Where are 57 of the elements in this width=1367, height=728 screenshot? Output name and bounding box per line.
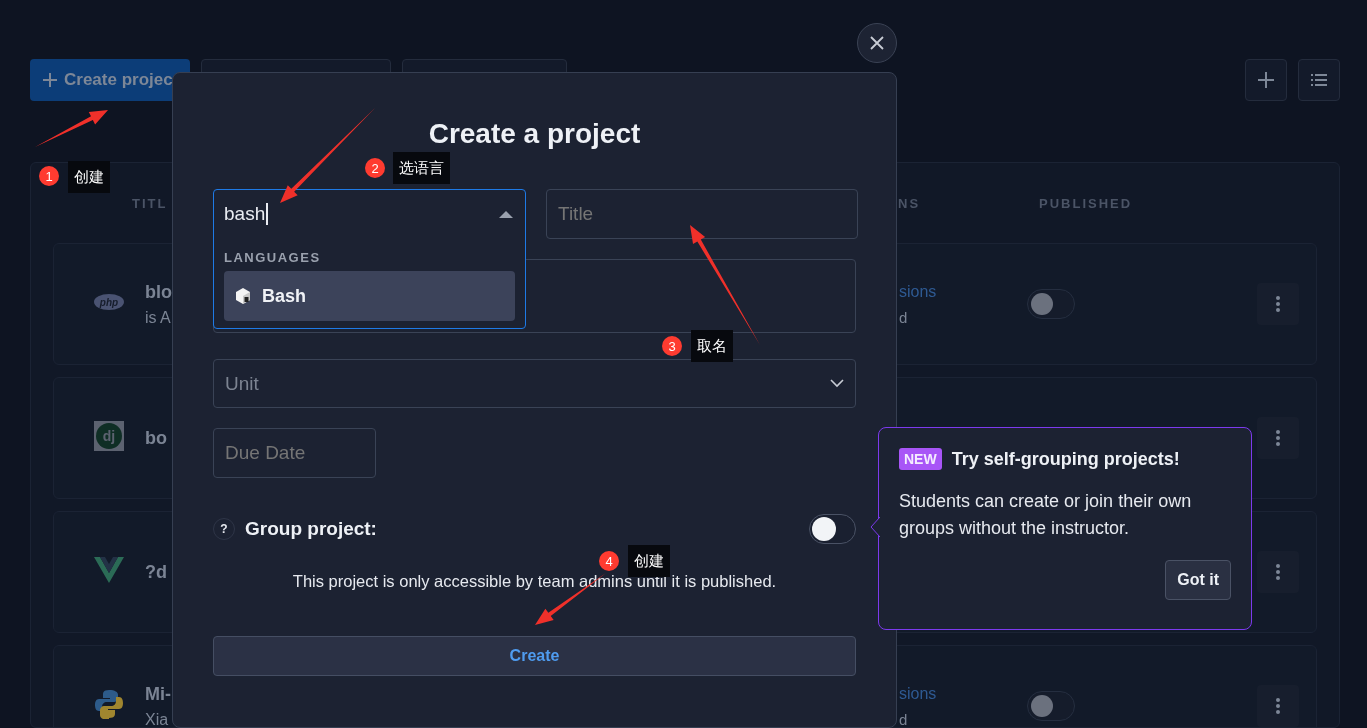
caret-icon bbox=[499, 209, 513, 219]
language-input[interactable]: bash bbox=[214, 190, 525, 238]
group-project-label: Group project: bbox=[245, 518, 377, 540]
kebab-icon bbox=[1276, 430, 1280, 446]
popover-text: Students can create or join their own groups without the instructor. bbox=[899, 490, 1193, 540]
status-text: d bbox=[899, 710, 909, 727]
group-label: LANGUAGES bbox=[223, 249, 322, 267]
kebab-icon bbox=[1276, 564, 1280, 580]
got-it-button[interactable]: Got it bbox=[1165, 560, 1231, 600]
django-logo-icon: dj bbox=[94, 421, 124, 451]
close-button[interactable] bbox=[857, 23, 897, 63]
more-options-button[interactable] bbox=[1257, 685, 1299, 727]
list-icon bbox=[1311, 73, 1327, 87]
project-title: blo bbox=[145, 281, 172, 303]
dialog-title: Create a project bbox=[427, 117, 642, 151]
kebab-icon bbox=[1276, 698, 1280, 714]
annotation-label: 取名 bbox=[691, 330, 733, 362]
project-title: bo bbox=[145, 427, 167, 449]
column-header: NS bbox=[898, 195, 922, 211]
more-options-button[interactable] bbox=[1257, 551, 1299, 593]
kebab-icon bbox=[1276, 296, 1280, 312]
chevron-down-icon bbox=[830, 379, 844, 388]
annotation-label: 选语言 bbox=[393, 152, 450, 184]
submissions-link[interactable]: sions bbox=[899, 684, 1027, 703]
more-options-button[interactable] bbox=[1257, 283, 1299, 325]
annotation-label: 创建 bbox=[68, 161, 110, 193]
add-button[interactable] bbox=[1245, 59, 1287, 101]
popover-title: Try self-grouping projects! bbox=[951, 448, 1180, 470]
v-logo-icon bbox=[94, 557, 124, 583]
unit-select[interactable]: Unit bbox=[213, 359, 856, 408]
close-icon bbox=[870, 36, 884, 50]
language-option[interactable]: Bash bbox=[224, 271, 515, 321]
project-description: is A bbox=[145, 308, 171, 327]
more-options-button[interactable] bbox=[1257, 417, 1299, 459]
annotation-label: 创建 bbox=[628, 545, 670, 577]
published-toggle[interactable] bbox=[1027, 691, 1075, 721]
text-cursor bbox=[266, 203, 269, 225]
submissions-link[interactable]: sions bbox=[899, 282, 1027, 301]
plus-icon bbox=[42, 72, 58, 88]
due-date-field[interactable]: Due Date bbox=[213, 428, 376, 478]
published-toggle[interactable] bbox=[1027, 289, 1075, 319]
column-header: PUBLISHED bbox=[1039, 195, 1134, 211]
php-logo-icon: php bbox=[94, 293, 124, 311]
group-project-toggle[interactable] bbox=[809, 514, 856, 544]
new-badge: NEW bbox=[899, 448, 942, 470]
column-header: TITL bbox=[132, 195, 169, 211]
plus-icon bbox=[1257, 71, 1275, 89]
project-description: Xia bbox=[145, 710, 169, 727]
create-project-button[interactable]: Create projec bbox=[30, 59, 190, 101]
title-field[interactable]: Title bbox=[546, 189, 858, 239]
list-view-button[interactable] bbox=[1298, 59, 1340, 101]
project-title: ?d bbox=[145, 561, 167, 583]
python-logo-icon bbox=[94, 689, 124, 719]
status-text: d bbox=[899, 308, 909, 326]
project-title: Mi- bbox=[145, 683, 171, 705]
create-button[interactable]: Create bbox=[213, 635, 856, 676]
cube-icon bbox=[234, 287, 252, 305]
